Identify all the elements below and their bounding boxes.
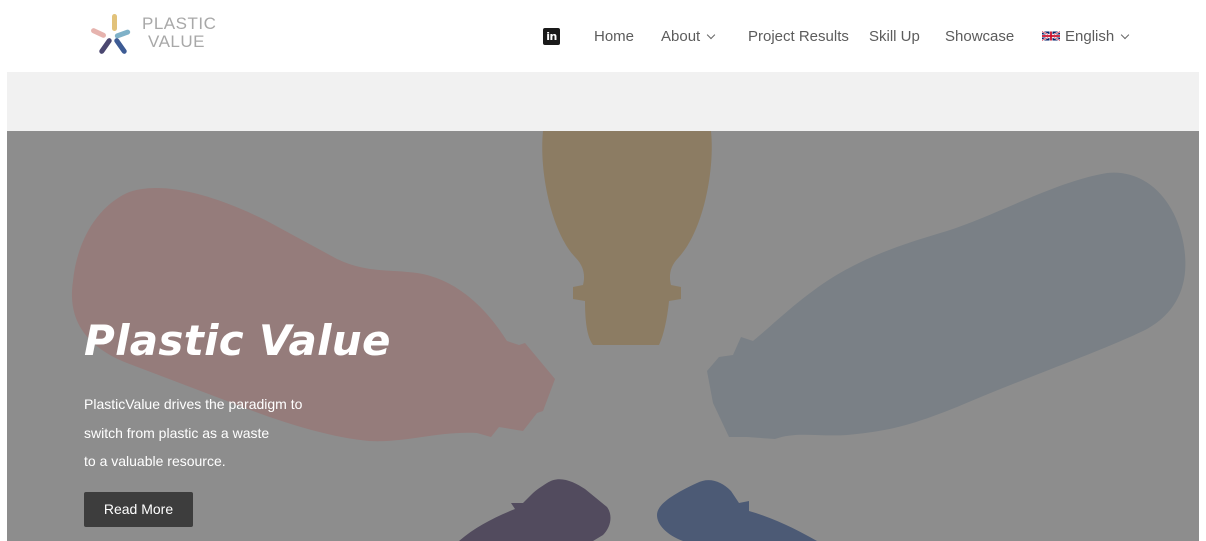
logo-line-2: VALUE — [148, 32, 205, 51]
hero-description: PlasticValue drives the paradigm to swit… — [84, 390, 344, 476]
nav-item-skill-up[interactable]: Skill Up — [869, 27, 920, 47]
bottle-purple-icon — [459, 479, 611, 541]
uk-flag-icon — [1042, 30, 1060, 42]
logo-wordmark: PLASTIC VALUE — [142, 15, 216, 51]
chevron-down-icon — [1120, 30, 1130, 40]
nav-item-showcase[interactable]: Showcase — [945, 27, 1014, 47]
site-header: PLASTIC VALUE in Home About Project Resu… — [0, 0, 1206, 72]
chevron-down-icon — [706, 30, 716, 40]
language-label: English — [1065, 28, 1115, 45]
site-logo[interactable]: PLASTIC VALUE — [90, 12, 216, 60]
read-more-button[interactable]: Read More — [84, 492, 193, 527]
bottle-yellow-icon — [542, 131, 712, 345]
header-spacer-band — [7, 72, 1199, 131]
nav-item-about[interactable]: About — [661, 27, 716, 47]
logo-mark-icon — [91, 14, 131, 54]
nav-item-about-label: About — [661, 28, 701, 45]
bottle-blue-grey-icon — [707, 172, 1186, 440]
nav-item-project-results[interactable]: Project Results — [748, 27, 849, 47]
nav-item-home[interactable]: Home — [594, 27, 634, 47]
hero-description-line: switch from plastic as a waste — [84, 424, 270, 441]
language-selector[interactable]: English — [1042, 27, 1130, 47]
logo-line-1: PLASTIC — [142, 14, 217, 33]
hero-description-line: to a valuable resource. — [84, 453, 226, 469]
hero-section: Plastic Value PlasticValue drives the pa… — [7, 131, 1199, 541]
bottle-blue-icon — [657, 480, 817, 541]
hero-title: Plastic Value — [84, 316, 391, 365]
hero-description-line: PlasticValue drives the paradigm to — [84, 396, 303, 412]
linkedin-icon[interactable]: in — [543, 28, 560, 45]
